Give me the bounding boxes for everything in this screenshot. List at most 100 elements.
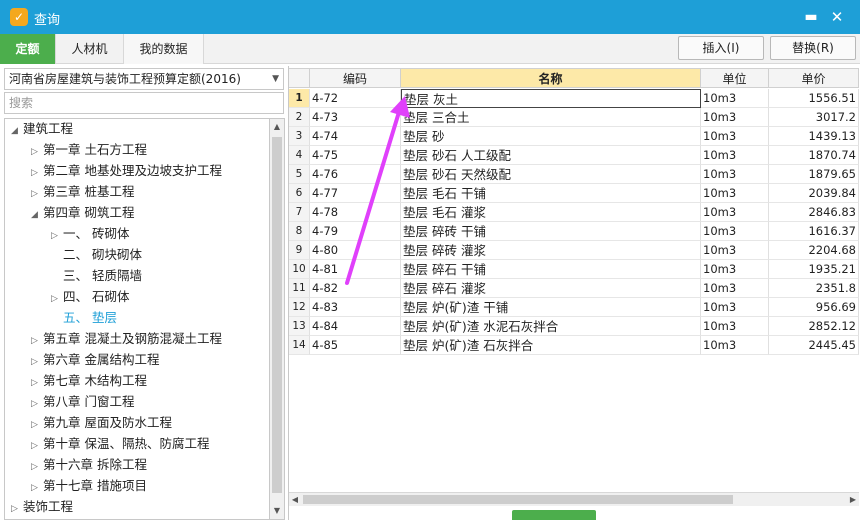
tree-item[interactable]: ▷ 第五章 混凝土及钢筋混凝土工程 — [31, 329, 222, 349]
cell-price[interactable]: 1935.21 — [769, 260, 859, 279]
cell-code[interactable]: 4-75 — [310, 146, 401, 165]
scroll-thumb[interactable] — [272, 137, 282, 493]
column-header-unit[interactable]: 单位 — [701, 68, 769, 88]
cell-price[interactable]: 2351.8 — [769, 279, 859, 298]
grid-horizontal-scrollbar[interactable]: ◀ ▶ — [289, 492, 859, 506]
scroll-down-icon[interactable]: ▼ — [270, 503, 284, 519]
cell-price[interactable]: 1556.51 — [769, 89, 859, 108]
cell-name[interactable]: 垫层 碎石 干铺 — [401, 260, 701, 279]
cell-name[interactable]: 垫层 毛石 干铺 — [401, 184, 701, 203]
tree-item[interactable]: ▷ 第十七章 措施项目 — [31, 476, 147, 496]
row-number[interactable]: 4 — [289, 146, 310, 165]
tab-labor-material-machine[interactable]: 人材机 — [56, 34, 124, 64]
tree-item[interactable]: ▷ 四、 石砌体 — [51, 287, 129, 307]
tree-item[interactable]: ▷ 第九章 屋面及防水工程 — [31, 413, 172, 433]
row-number[interactable]: 7 — [289, 203, 310, 222]
collapsed-icon[interactable]: ▷ — [31, 415, 43, 435]
row-number[interactable]: 10 — [289, 260, 310, 279]
tree-scrollbar[interactable]: ▲ ▼ — [269, 118, 285, 520]
cell-unit[interactable]: 10m3 — [701, 108, 769, 127]
cell-name[interactable]: 垫层 炉(矿)渣 干铺 — [401, 298, 701, 317]
collapsed-icon[interactable]: ▷ — [51, 289, 63, 309]
collapsed-icon[interactable]: ▷ — [31, 436, 43, 456]
row-number[interactable]: 2 — [289, 108, 310, 127]
tree-item[interactable]: ▷ 一、 砖砌体 — [51, 224, 129, 244]
tree-item[interactable]: ▷ 第六章 金属结构工程 — [31, 350, 159, 370]
cell-code[interactable]: 4-72 — [310, 89, 401, 108]
tree-item[interactable]: ▷ 第三章 桩基工程 — [31, 182, 134, 202]
cell-code[interactable]: 4-81 — [310, 260, 401, 279]
close-button[interactable]: ✕ — [826, 6, 848, 28]
tree-item[interactable]: ◢ 第四章 砌筑工程 — [31, 203, 134, 223]
tree-item[interactable]: ▷ 第二章 地基处理及边坡支护工程 — [31, 161, 222, 181]
cell-name[interactable]: 垫层 炉(矿)渣 石灰拌合 — [401, 336, 701, 355]
expanded-icon[interactable]: ◢ — [31, 205, 43, 225]
cell-unit[interactable]: 10m3 — [701, 127, 769, 146]
cell-code[interactable]: 4-80 — [310, 241, 401, 260]
row-number[interactable]: 9 — [289, 241, 310, 260]
row-number[interactable]: 14 — [289, 336, 310, 355]
minimize-button[interactable]: ▬ — [800, 6, 822, 28]
cell-code[interactable]: 4-74 — [310, 127, 401, 146]
cell-unit[interactable]: 10m3 — [701, 89, 769, 108]
column-header-name[interactable]: 名称 — [401, 68, 701, 88]
expanded-icon[interactable]: ◢ — [11, 121, 23, 141]
row-number[interactable]: 8 — [289, 222, 310, 241]
cell-name[interactable]: 垫层 炉(矿)渣 水泥石灰拌合 — [401, 317, 701, 336]
collapsed-icon[interactable]: ▷ — [31, 373, 43, 393]
tree-item[interactable]: 三、 轻质隔墙 — [51, 266, 142, 286]
cell-code[interactable]: 4-82 — [310, 279, 401, 298]
column-header-price[interactable]: 单价 — [769, 68, 859, 88]
collapsed-icon[interactable]: ▷ — [31, 331, 43, 351]
cell-code[interactable]: 4-85 — [310, 336, 401, 355]
cell-price[interactable]: 1870.74 — [769, 146, 859, 165]
replace-button[interactable]: 替换(R) — [770, 36, 856, 60]
cell-code[interactable]: 4-73 — [310, 108, 401, 127]
tree-item[interactable]: ▷ 第十六章 拆除工程 — [31, 455, 147, 475]
cell-price[interactable]: 3017.2 — [769, 108, 859, 127]
cell-code[interactable]: 4-79 — [310, 222, 401, 241]
search-input[interactable] — [4, 92, 284, 114]
cell-price[interactable]: 2204.68 — [769, 241, 859, 260]
cell-price[interactable]: 2445.45 — [769, 336, 859, 355]
tree-item[interactable]: ▷ 装饰工程 — [11, 497, 73, 517]
row-number[interactable]: 12 — [289, 298, 310, 317]
collapsed-icon[interactable]: ▷ — [31, 184, 43, 204]
cell-price[interactable]: 1439.13 — [769, 127, 859, 146]
tree-item[interactable]: ◢ 建筑工程 — [11, 119, 73, 139]
cell-code[interactable]: 4-77 — [310, 184, 401, 203]
column-header-code[interactable]: 编码 — [310, 68, 401, 88]
insert-button[interactable]: 插入(I) — [678, 36, 764, 60]
cell-unit[interactable]: 10m3 — [701, 184, 769, 203]
cell-unit[interactable]: 10m3 — [701, 241, 769, 260]
cell-price[interactable]: 2852.12 — [769, 317, 859, 336]
cell-name[interactable]: 垫层 碎砖 灌浆 — [401, 241, 701, 260]
cell-unit[interactable]: 10m3 — [701, 146, 769, 165]
tree-item[interactable]: 五、 垫层 — [51, 308, 117, 328]
cell-code[interactable]: 4-76 — [310, 165, 401, 184]
cell-name[interactable]: 垫层 砂石 人工级配 — [401, 146, 701, 165]
tab-my-data[interactable]: 我的数据 — [124, 34, 204, 64]
collapsed-icon[interactable]: ▷ — [31, 352, 43, 372]
cell-unit[interactable]: 10m3 — [701, 165, 769, 184]
cell-name[interactable]: 垫层 毛石 灌浆 — [401, 203, 701, 222]
cell-price[interactable]: 1879.65 — [769, 165, 859, 184]
tree-item[interactable]: ▷ 第八章 门窗工程 — [31, 392, 134, 412]
tree-item[interactable]: ▷ 第十章 保温、隔热、防腐工程 — [31, 434, 209, 454]
cell-unit[interactable]: 10m3 — [701, 203, 769, 222]
row-number[interactable]: 6 — [289, 184, 310, 203]
row-number[interactable]: 1 — [289, 89, 310, 108]
row-number[interactable]: 5 — [289, 165, 310, 184]
cell-name[interactable]: 垫层 砂石 天然级配 — [401, 165, 701, 184]
quota-library-select[interactable]: 河南省房屋建筑与装饰工程预算定额(2016) ▼ — [4, 68, 284, 90]
cell-price[interactable]: 2846.83 — [769, 203, 859, 222]
cell-unit[interactable]: 10m3 — [701, 222, 769, 241]
cell-name[interactable]: 垫层 砂 — [401, 127, 701, 146]
collapsed-icon[interactable]: ▷ — [31, 394, 43, 414]
cell-unit[interactable]: 10m3 — [701, 336, 769, 355]
scroll-left-icon[interactable]: ◀ — [289, 493, 301, 506]
cell-code[interactable]: 4-84 — [310, 317, 401, 336]
cell-unit[interactable]: 10m3 — [701, 260, 769, 279]
collapse-handle[interactable] — [512, 510, 596, 520]
collapsed-icon[interactable]: ▷ — [31, 457, 43, 477]
